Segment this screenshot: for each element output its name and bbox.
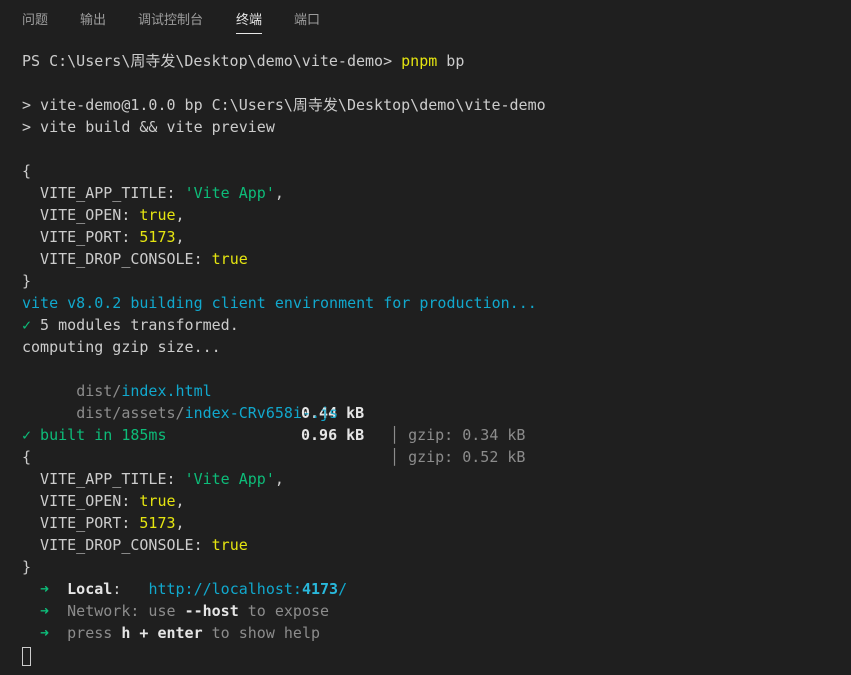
tab-terminal[interactable]: 终端 <box>236 12 263 34</box>
env-value: 5173 <box>139 228 176 246</box>
tab-problems[interactable]: 问题 <box>22 12 48 34</box>
env-value: 5173 <box>139 514 176 532</box>
file-gzip: │ gzip: 0.34 kB <box>390 424 525 446</box>
local-label: Local <box>67 580 113 598</box>
env-value: 'Vite App' <box>184 184 275 202</box>
file-size: 0.96 kB <box>301 426 365 444</box>
env-app-title: VITE_APP_TITLE: 'Vite App', <box>22 182 842 204</box>
column-separator: │ <box>390 426 400 444</box>
network-label: Network <box>67 602 131 620</box>
arrow-icon: ➜ <box>22 602 68 620</box>
env-open-brace: { <box>22 162 32 180</box>
help-press: press <box>67 624 122 642</box>
network-colon: : use <box>130 602 185 620</box>
gzip-label: gzip: <box>408 448 463 466</box>
script-line-1: > vite-demo@1.0.0 bp C:\Users\周寺发\Deskto… <box>22 96 546 114</box>
local-url-prefix: http://localhost: <box>148 580 302 598</box>
env-port: VITE_PORT: 5173, <box>22 512 842 534</box>
build-status-line: vite v8.0.2 building client environment … <box>22 294 537 312</box>
terminal-panel: 问题 输出 调试控制台 终端 端口 PS C:\Users\周寺发\Deskto… <box>0 0 851 675</box>
prompt-line: PS C:\Users\周寺发\Desktop\demo\vite-demo> … <box>22 50 842 72</box>
prompt-args: bp <box>437 52 465 70</box>
env-value: 'Vite App' <box>184 470 275 488</box>
script-line-2: > vite build && vite preview <box>22 118 275 136</box>
env-comma: , <box>175 514 185 532</box>
network-rest: to expose <box>238 602 330 620</box>
gzip-size: 0.52 kB <box>462 448 526 466</box>
file-dir: dist/assets/ <box>76 404 185 422</box>
network-line: ➜ Network: use --host to expose <box>22 600 842 622</box>
env-comma: , <box>274 184 284 202</box>
local-url-suffix: / <box>338 580 348 598</box>
env-value: true <box>211 536 248 554</box>
env-app-title: VITE_APP_TITLE: 'Vite App', <box>22 468 842 490</box>
env-value: true <box>139 492 176 510</box>
env-value: true <box>139 206 176 224</box>
column-separator: │ <box>390 448 400 466</box>
env-drop-console: VITE_DROP_CONSOLE: true <box>22 248 842 270</box>
local-colon: : <box>112 580 149 598</box>
gzip-size: 0.34 kB <box>462 426 526 444</box>
env-drop-console: VITE_DROP_CONSOLE: true <box>22 534 842 556</box>
transformed-line: ✓ 5 modules transformed. <box>22 314 842 336</box>
file-gzip: │ gzip: 0.52 kB <box>390 446 525 468</box>
prompt-command: pnpm <box>401 52 438 70</box>
env-key: VITE_PORT: <box>22 228 140 246</box>
env-comma: , <box>175 492 185 510</box>
check-icon: ✓ <box>22 316 32 334</box>
tab-ports[interactable]: 端口 <box>294 12 320 34</box>
computing-line: computing gzip size... <box>22 338 221 356</box>
file-row: dist/assets/index-CRv658i-.js 0.96 kB │ … <box>22 380 842 466</box>
env-comma: , <box>175 206 185 224</box>
panel-tab-bar: 问题 输出 调试控制台 终端 端口 <box>0 0 851 40</box>
env-open: VITE_OPEN: true, <box>22 490 842 512</box>
tab-debug-console[interactable]: 调试控制台 <box>138 12 203 34</box>
env-key: VITE_PORT: <box>22 514 140 532</box>
cursor-line <box>22 644 842 666</box>
env-port: VITE_PORT: 5173, <box>22 226 842 248</box>
env-comma: , <box>274 470 284 488</box>
env-close-brace: } <box>22 558 32 576</box>
env-key: VITE_APP_TITLE: <box>22 184 185 202</box>
prompt-path: PS C:\Users\周寺发\Desktop\demo\vite-demo> <box>22 52 402 70</box>
local-url-line: ➜ Local: http://localhost:4173/ <box>22 578 842 600</box>
tab-output[interactable]: 输出 <box>80 12 106 34</box>
file-row: dist/index.html 0.44 kB │ gzip: 0.34 kB <box>22 358 842 444</box>
terminal-cursor[interactable] <box>22 647 31 666</box>
env-open: VITE_OPEN: true, <box>22 204 842 226</box>
arrow-icon: ➜ <box>22 624 68 642</box>
gzip-label: gzip: <box>408 426 463 444</box>
env-key: VITE_DROP_CONSOLE: <box>22 536 212 554</box>
help-plus: + <box>130 624 158 642</box>
file-name: index-CRv658i-.js <box>184 404 339 422</box>
terminal-output[interactable]: PS C:\Users\周寺发\Desktop\demo\vite-demo> … <box>22 50 842 666</box>
help-key-enter: enter <box>157 624 203 642</box>
env-comma: , <box>175 228 185 246</box>
transformed-text: 5 modules transformed. <box>31 316 239 334</box>
help-rest: to show help <box>202 624 321 642</box>
env-close-brace: } <box>22 272 32 290</box>
network-flag: --host <box>184 602 239 620</box>
env-key: VITE_OPEN: <box>22 206 140 224</box>
env-key: VITE_OPEN: <box>22 492 140 510</box>
local-url[interactable]: http://localhost:4173/ <box>148 580 347 598</box>
arrow-icon: ➜ <box>22 580 68 598</box>
env-value: true <box>211 250 248 268</box>
help-line: ➜ press h + enter to show help <box>22 622 842 644</box>
env-key: VITE_DROP_CONSOLE: <box>22 250 212 268</box>
local-port: 4173 <box>301 580 339 598</box>
